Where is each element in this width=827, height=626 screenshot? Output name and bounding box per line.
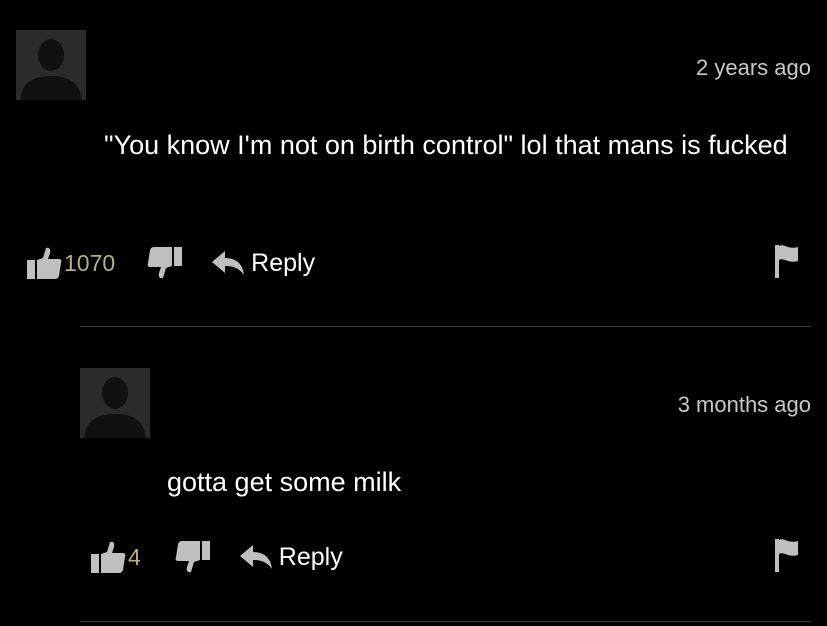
dislike-button[interactable] [175,540,211,574]
reply-button[interactable]: Reply [239,543,343,572]
thumbs-up-icon [91,541,126,573]
flag-icon [775,245,798,278]
reply-label: Reply [278,542,343,571]
like-button[interactable]: 1070 [26,246,115,280]
comment-text: "You know I'm not on birth control" lol … [104,130,788,160]
reply-arrow-icon [239,545,272,569]
user-silhouette-icon [16,30,86,100]
comment-timestamp: 2 years ago [696,55,811,80]
reply-label: Reply [251,248,316,277]
comment-actions: 4 Reply [90,539,343,575]
like-count: 4 [128,543,141,570]
thumbs-up-icon [27,247,62,279]
flag-icon [775,539,798,572]
user-silhouette-icon [80,368,150,438]
comment-divider [80,621,811,622]
comment-divider [80,326,811,327]
reply-button[interactable]: Reply [211,249,315,278]
avatar[interactable] [80,368,150,438]
flag-button[interactable] [773,244,799,283]
reply-arrow-icon [212,251,245,275]
dislike-button[interactable] [147,246,183,280]
comments-section: 2 years ago "You know I'm not on birth c… [0,0,827,626]
thumbs-down-icon [147,247,183,279]
thumbs-down-icon [175,541,210,573]
like-count: 1070 [64,249,116,276]
comment-text: gotta get some milk [167,467,402,497]
avatar[interactable] [16,30,86,100]
like-button[interactable]: 4 [90,540,141,574]
flag-button[interactable] [773,538,799,577]
comment-actions: 1070 Reply [26,245,315,281]
comment-timestamp: 3 months ago [677,392,811,417]
